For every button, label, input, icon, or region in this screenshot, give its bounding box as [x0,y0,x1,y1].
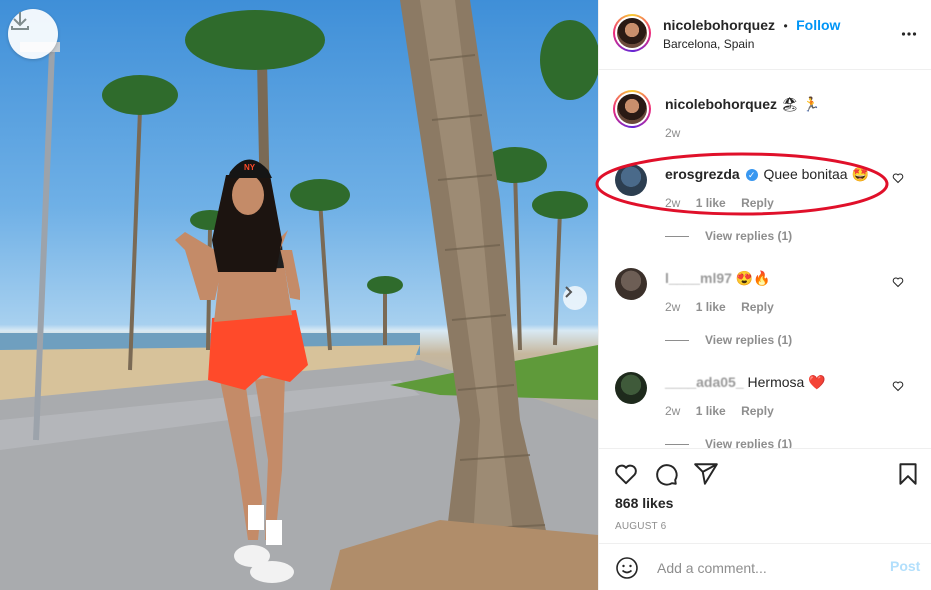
comment-meta: 2w 1 like Reply [665,300,786,314]
comment-like-heart-icon[interactable] [892,172,904,184]
download-icon [11,12,29,30]
comment-time: 2w [665,300,681,314]
comment-username[interactable]: erosgrezda [665,166,740,182]
comment-emoji: ❤️ [808,374,826,390]
follow-button[interactable]: Follow [796,17,840,33]
comment-username[interactable]: l____ml97 [665,270,732,286]
verified-badge-icon: ✓ [745,169,758,181]
caption-time: 2w [665,126,681,140]
svg-text:NY: NY [244,163,256,172]
comment-meta: 2w 1 like Reply [665,196,786,210]
post-header: nicolebohorquez • Follow Barcelona, Spai… [599,0,931,70]
reply-button[interactable]: Reply [741,300,774,314]
comment-emoji: 🤩 [851,166,869,182]
emoji-icon[interactable] [615,556,639,580]
author-avatar[interactable] [613,14,651,52]
comment-time: 2w [665,404,681,418]
comment-likes[interactable]: 1 like [696,404,726,418]
post-comment-button[interactable]: Post [890,558,920,574]
caption-username[interactable]: nicolebohorquez [665,96,777,112]
post-actions: 868 likes AUGUST 6 [599,448,931,543]
comment-emoji: 😍🔥 [735,270,771,286]
comment-time: 2w [665,196,681,210]
download-button[interactable] [8,9,58,59]
comment-input[interactable] [655,556,879,580]
caption-avatar[interactable] [613,90,651,128]
commenter-avatar[interactable] [615,164,647,196]
caption-text: 🏖 🏃 [780,96,820,112]
post-details-panel: nicolebohorquez • Follow Barcelona, Spai… [598,0,931,590]
bookmark-icon[interactable] [895,461,921,487]
comment-like-heart-icon[interactable] [892,276,904,288]
likes-count[interactable]: 868 likes [615,495,673,511]
paper-plane-icon[interactable] [693,461,719,487]
comment-composer: Post [599,543,931,590]
chevron-right-icon [565,286,573,298]
view-replies-button[interactable]: View replies (1) [665,229,792,243]
reply-button[interactable]: Reply [741,196,774,210]
comment-text: Hermosa [747,374,805,390]
beach-scene-illustration: NY [0,0,598,590]
view-replies-button[interactable]: View replies (1) [665,333,792,347]
post-date: AUGUST 6 [615,521,667,532]
comments-list[interactable]: nicolebohorquez 🏖 🏃 2w erosgrezda ✓ Quee… [599,70,931,448]
comment-text: Quee bonitaa [763,166,848,182]
comment-icon[interactable] [653,461,679,487]
more-options-icon[interactable] [901,26,917,42]
comment-likes[interactable]: 1 like [696,196,726,210]
caption-meta: 2w [665,126,692,140]
author-username[interactable]: nicolebohorquez [663,17,775,33]
comment-username[interactable]: ____ada05_ [665,374,744,390]
reply-button[interactable]: Reply [741,404,774,418]
view-replies-button[interactable]: View replies (1) [665,437,792,448]
commenter-avatar[interactable] [615,372,647,404]
separator-dot: • [783,19,788,33]
commenter-avatar[interactable] [615,268,647,300]
heart-icon[interactable] [613,461,639,487]
comment-meta: 2w 1 like Reply [665,404,786,418]
comment-like-heart-icon[interactable] [892,380,904,392]
post-photo[interactable]: NY [0,0,598,590]
comment-likes[interactable]: 1 like [696,300,726,314]
post-location[interactable]: Barcelona, Spain [663,37,754,51]
carousel-next-button[interactable] [563,286,587,310]
